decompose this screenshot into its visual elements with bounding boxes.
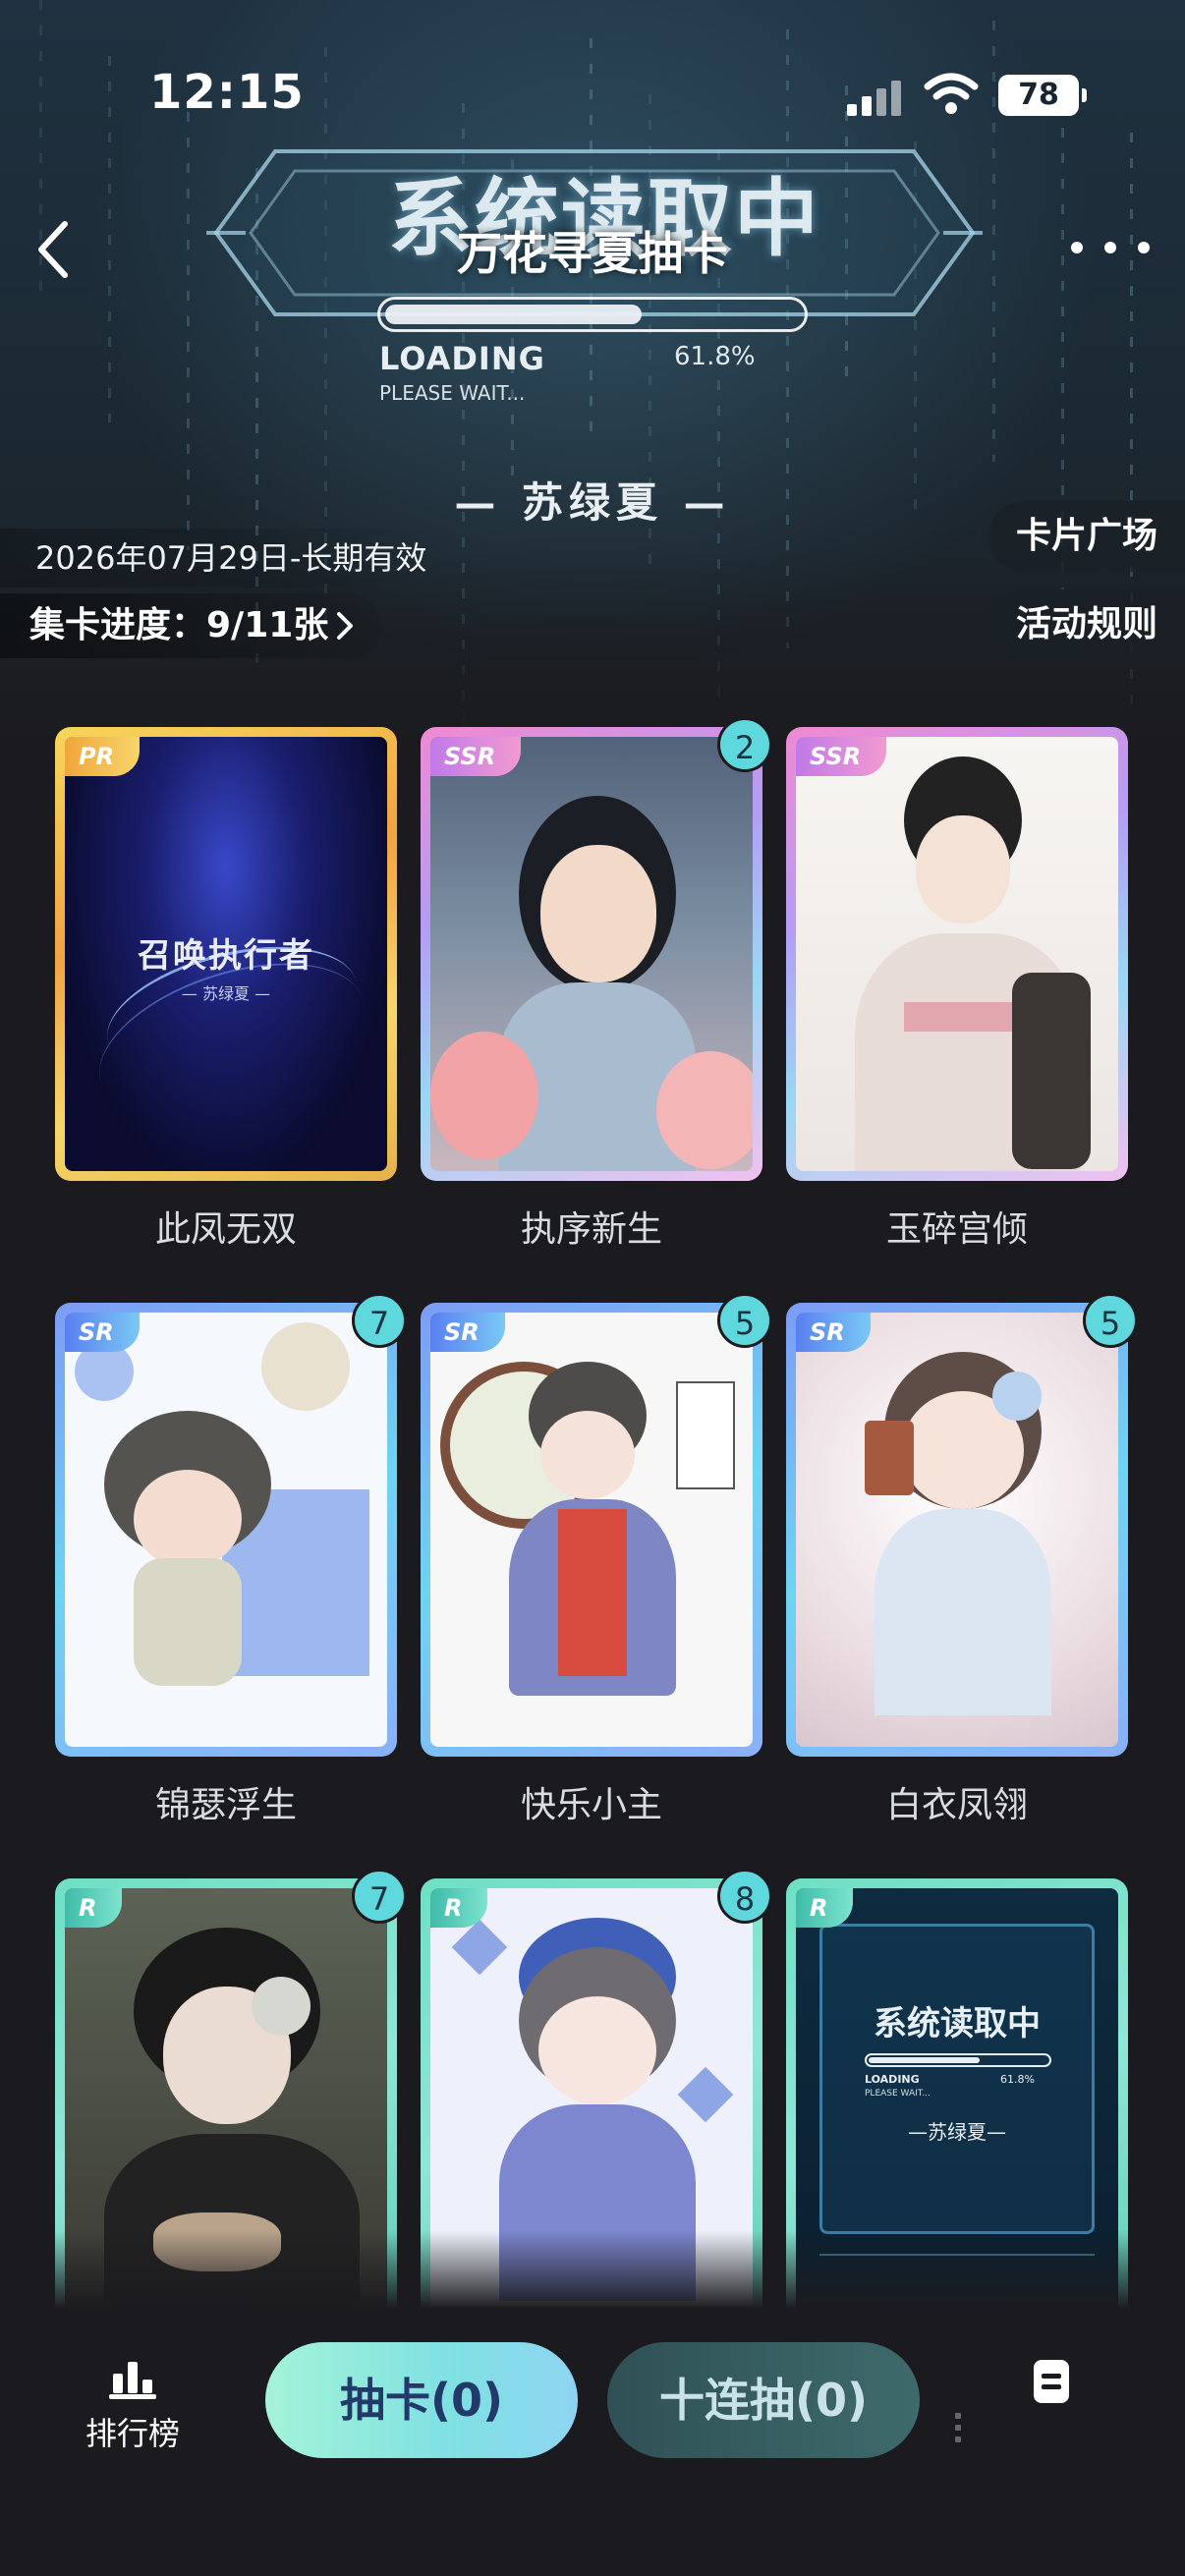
scroll-indicator — [955, 2413, 965, 2452]
card-frame[interactable]: PR 召唤执行者 — 苏绿夏 — — [55, 727, 397, 1181]
validity-text: 2026年07月29日-长期有效 — [0, 529, 445, 588]
rarity-tag: PR — [65, 737, 141, 776]
collection-progress-link[interactable]: 集卡进度：9/11张 — [0, 593, 382, 658]
collection-name: — 苏绿夏 — — [454, 478, 731, 527]
card-item[interactable]: SSR 玉碎宫倾 — [786, 727, 1128, 1252]
loading-label: LOADING — [379, 340, 545, 377]
chevron-right-icon — [334, 610, 356, 642]
back-button[interactable] — [26, 210, 81, 289]
rarity-tag: SR — [796, 1313, 871, 1352]
card-item[interactable]: SR 5 白衣凤翎 — [786, 1293, 1138, 1827]
leaderboard-label: 排行榜 — [85, 2415, 180, 2452]
card-illustration — [796, 737, 1118, 1171]
battery-indicator: 78 — [998, 75, 1087, 116]
card-grid: PR 召唤执行者 — 苏绿夏 — 此凤无双 SSR 2 执序新生 SSR 玉碎宫… — [55, 717, 1138, 2403]
card-frame[interactable]: SR 7 — [55, 1293, 407, 1757]
card-name: 此凤无双 — [154, 1209, 297, 1250]
card-count-badge: 7 — [352, 1869, 407, 1924]
collection-progress-label: 集卡进度：9/11张 — [29, 605, 329, 645]
loading-percent: 61.8% — [674, 342, 756, 371]
card-frame[interactable]: SSR 2 — [421, 717, 772, 1181]
draw-card-button[interactable]: 抽卡(0) — [265, 2342, 578, 2458]
card-item[interactable]: SR 5 快乐小主 — [421, 1293, 772, 1827]
card-name: 快乐小主 — [520, 1785, 662, 1825]
system-card-percent: 61.8% — [1000, 2073, 1035, 2086]
card-count-badge: 8 — [717, 1869, 772, 1924]
rarity-tag: SR — [430, 1313, 505, 1352]
galaxy-card-title: 召唤执行者 — [138, 936, 314, 976]
loading-progress-bar — [377, 297, 808, 332]
card-item[interactable]: SSR 2 执序新生 — [421, 717, 772, 1252]
card-illustration — [430, 737, 753, 1171]
leaderboard-icon — [109, 2362, 156, 2399]
card-count-badge: 7 — [352, 1293, 407, 1348]
rarity-tag: SSR — [796, 737, 887, 776]
signal-icon — [847, 81, 902, 116]
card-count-badge: 2 — [717, 717, 772, 772]
matrix-column — [187, 112, 190, 550]
card-frame[interactable]: SSR — [786, 727, 1128, 1181]
loading-progress-fill — [385, 305, 642, 324]
card-illustration — [796, 1313, 1118, 1747]
ten-draw-button[interactable]: 十连抽(0) — [607, 2342, 920, 2458]
more-button[interactable] — [1071, 224, 1150, 271]
card-name: 锦瑟浮生 — [154, 1785, 297, 1825]
card-count-badge: 5 — [717, 1293, 772, 1348]
card-name: 玉碎宫倾 — [885, 1209, 1028, 1250]
wifi-icon — [924, 73, 979, 116]
more-icon — [1071, 242, 1083, 253]
card-name: 白衣凤翎 — [885, 1785, 1028, 1825]
page-title: 万花寻夏抽卡 — [457, 227, 728, 280]
system-card-name: —苏绿夏— — [908, 2120, 1006, 2144]
card-frame[interactable]: SR 5 — [421, 1293, 772, 1757]
activity-rules-button[interactable]: 活动规则 — [988, 589, 1185, 660]
leaderboard-button[interactable]: 排行榜 — [79, 2358, 187, 2466]
loading-subtext: PLEASE WAIT... — [379, 381, 526, 405]
card-illustration — [65, 1313, 387, 1747]
status-time: 12:15 — [149, 65, 305, 120]
status-bar: 12:15 78 — [0, 0, 1185, 147]
card-square-button[interactable]: 卡片广场 — [988, 501, 1185, 572]
system-card-sub: PLEASE WAIT... — [865, 2089, 931, 2099]
card-illustration: 召唤执行者 — 苏绿夏 — — [65, 737, 387, 1171]
card-item[interactable]: PR 召唤执行者 — 苏绿夏 — 此凤无双 — [55, 727, 397, 1252]
notes-icon — [1034, 2360, 1069, 2403]
notes-button[interactable] — [1028, 2358, 1075, 2405]
card-item[interactable]: SR 7 锦瑟浮生 — [55, 1293, 407, 1827]
card-frame[interactable]: SR 5 — [786, 1293, 1138, 1757]
system-card-title: 系统读取中 — [874, 2004, 1041, 2044]
chevron-left-icon — [38, 221, 68, 278]
card-illustration — [430, 1313, 753, 1747]
galaxy-card-sub: — 苏绿夏 — — [181, 984, 271, 1003]
card-count-badge: 5 — [1083, 1293, 1138, 1348]
card-name: 执序新生 — [520, 1209, 662, 1250]
system-card-loading: LOADING — [865, 2073, 920, 2086]
rarity-tag: SR — [65, 1313, 140, 1352]
bottom-fade — [0, 2230, 1185, 2309]
rarity-tag: SSR — [430, 737, 522, 776]
